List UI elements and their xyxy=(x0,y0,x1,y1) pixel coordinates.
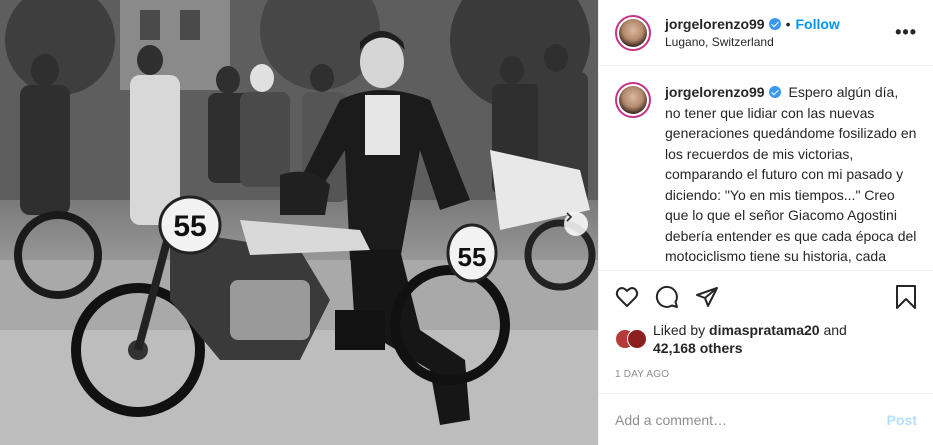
carousel-next-button[interactable] xyxy=(564,212,588,236)
verified-icon xyxy=(768,86,781,98)
caption-area: jorgelorenzo99 Espero algún día, no tene… xyxy=(599,66,933,270)
more-icon[interactable]: ••• xyxy=(895,22,917,43)
avatar-image xyxy=(619,18,647,47)
share-button[interactable] xyxy=(695,277,735,317)
comment-bar: Post xyxy=(599,393,933,445)
caption-username[interactable]: jorgelorenzo99 xyxy=(665,84,765,100)
action-section: Liked by dimaspratama20 and 42,168 other… xyxy=(599,270,933,380)
comment-input[interactable] xyxy=(615,411,887,428)
post-side-panel: jorgelorenzo99 • Follow Lugano, Switzerl… xyxy=(598,0,933,445)
heart-icon xyxy=(615,287,639,307)
verified-icon xyxy=(768,18,781,30)
save-button[interactable] xyxy=(877,277,917,317)
location-link[interactable]: Lugano, Switzerland xyxy=(665,35,895,49)
bike-number-side: 55 xyxy=(458,242,487,272)
follow-button[interactable]: Follow xyxy=(796,16,840,32)
caption-text: Espero algún día, no tener que lidiar co… xyxy=(665,84,917,270)
header-username[interactable]: jorgelorenzo99 xyxy=(665,16,765,32)
caption: jorgelorenzo99 Espero algún día, no tene… xyxy=(665,82,917,270)
post-date[interactable]: 1 DAY AGO xyxy=(615,369,917,380)
likes-text: Liked by dimaspratama20 and 42,168 other… xyxy=(653,321,847,357)
likes-summary: Liked by dimaspratama20 and 42,168 other… xyxy=(615,321,917,357)
liked-by-user[interactable]: dimaspratama20 xyxy=(709,322,820,338)
action-icons xyxy=(615,277,917,317)
post-comment-button[interactable]: Post xyxy=(887,412,917,428)
chevron-right-icon xyxy=(566,212,573,222)
comment-icon xyxy=(655,285,678,308)
post-container: 55 55 jorgelorenzo99 • Follow Lugano, Sw… xyxy=(0,0,933,445)
likes-count[interactable]: 42,168 others xyxy=(653,340,743,356)
like-button[interactable] xyxy=(615,277,655,317)
liker-avatar[interactable] xyxy=(627,329,647,349)
liked-by-prefix: Liked by xyxy=(653,322,706,338)
avatar[interactable] xyxy=(615,14,651,51)
header-separator: • xyxy=(785,16,791,32)
bike-number-front: 55 xyxy=(173,210,206,243)
header-text: jorgelorenzo99 • Follow Lugano, Switzerl… xyxy=(665,16,895,49)
liked-by-and: and xyxy=(823,322,847,338)
caption-avatar[interactable] xyxy=(615,82,651,118)
post-header: jorgelorenzo99 • Follow Lugano, Switzerl… xyxy=(599,0,933,66)
post-photo[interactable]: 55 55 xyxy=(0,0,598,445)
avatar-image xyxy=(619,86,647,114)
share-icon xyxy=(696,287,718,307)
photo-illustration: 55 55 xyxy=(0,0,598,445)
comment-button[interactable] xyxy=(655,277,695,317)
bookmark-icon xyxy=(896,285,916,309)
